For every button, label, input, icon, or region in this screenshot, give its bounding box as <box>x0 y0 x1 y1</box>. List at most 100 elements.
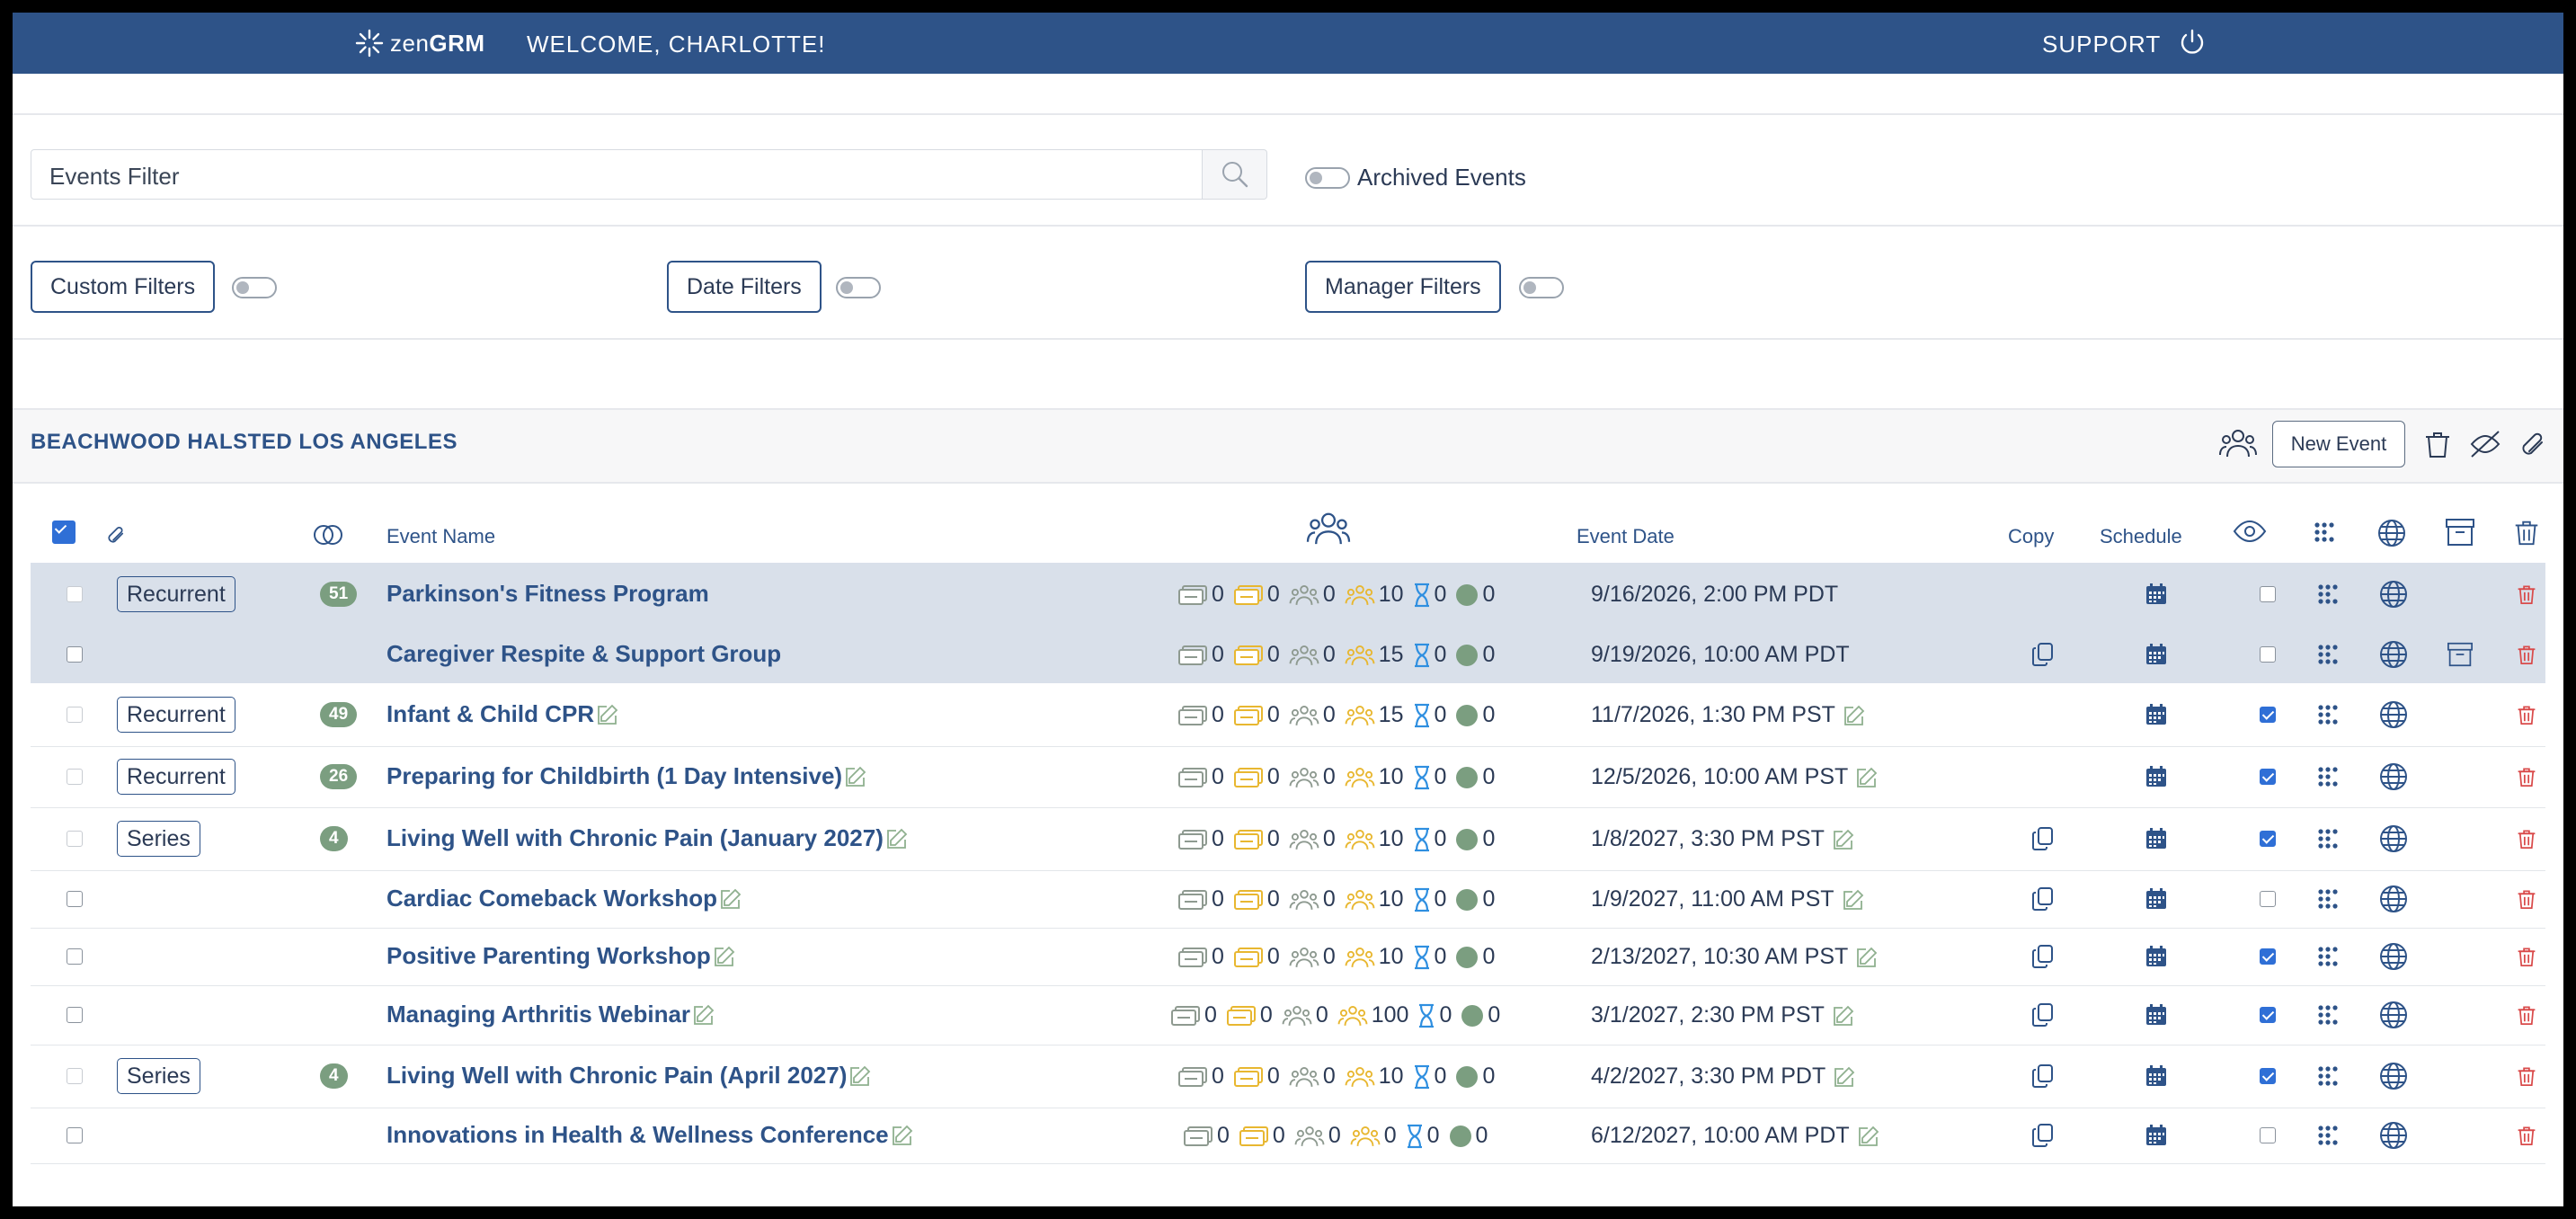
copy-icon[interactable] <box>2031 886 2055 916</box>
globe-icon[interactable] <box>2378 761 2409 796</box>
schedule-calendar-icon[interactable] <box>2145 765 2168 793</box>
globe-icon[interactable] <box>2378 699 2409 734</box>
delete-icon[interactable] <box>2515 702 2538 732</box>
globe-icon[interactable] <box>2378 884 2409 919</box>
edit-icon[interactable] <box>596 703 619 726</box>
row-select-checkbox[interactable] <box>67 586 83 602</box>
copy-icon[interactable] <box>2031 944 2055 974</box>
edit-date-icon[interactable] <box>1855 946 1879 969</box>
row-select-checkbox[interactable] <box>67 769 83 785</box>
edit-date-icon[interactable] <box>1857 1125 1880 1148</box>
globe-icon[interactable] <box>2378 1120 2409 1155</box>
edit-icon[interactable] <box>692 1003 715 1027</box>
schedule-calendar-icon[interactable] <box>2145 583 2168 610</box>
grid-icon[interactable] <box>2317 888 2339 914</box>
event-name-link[interactable]: Parkinson's Fitness Program <box>386 580 709 608</box>
manager-filters-button[interactable]: Manager Filters <box>1305 261 1501 313</box>
event-name-link[interactable]: Cardiac Comeback Workshop <box>386 885 742 912</box>
custom-filters-button[interactable]: Custom Filters <box>31 261 216 313</box>
copy-icon[interactable] <box>2031 642 2055 672</box>
globe-icon[interactable] <box>2378 823 2409 859</box>
recurrent-tag[interactable]: Recurrent <box>117 576 235 612</box>
search-button[interactable] <box>1203 149 1267 200</box>
globe-icon[interactable] <box>2378 639 2409 674</box>
delete-icon[interactable] <box>2515 582 2538 611</box>
delete-icon[interactable] <box>2515 886 2538 916</box>
event-name-link[interactable]: Caregiver Respite & Support Group <box>386 640 781 668</box>
copy-icon[interactable] <box>2031 826 2055 856</box>
grid-icon[interactable] <box>2317 766 2339 792</box>
event-name-link[interactable]: Innovations in Health & Wellness Confere… <box>386 1121 914 1149</box>
edit-date-icon[interactable] <box>1843 704 1866 727</box>
archived-events-toggle[interactable] <box>1305 167 1350 189</box>
event-name-link[interactable]: Living Well with Chronic Pain (January 2… <box>386 824 909 852</box>
delete-icon[interactable] <box>2515 764 2538 794</box>
series-tag[interactable]: Series <box>117 1058 200 1094</box>
row-select-checkbox[interactable] <box>67 707 83 723</box>
visibility-checkbox[interactable] <box>2260 891 2276 907</box>
event-name-link[interactable]: Managing Arthritis Webinar <box>386 1001 715 1028</box>
visibility-checkbox[interactable] <box>2260 831 2276 847</box>
delete-icon[interactable] <box>2515 642 2538 672</box>
delete-icon[interactable] <box>2515 1063 2538 1093</box>
schedule-calendar-icon[interactable] <box>2145 1064 2168 1092</box>
edit-date-icon[interactable] <box>1832 828 1855 851</box>
visibility-checkbox[interactable] <box>2260 1127 2276 1143</box>
edit-icon[interactable] <box>848 1064 872 1088</box>
edit-date-icon[interactable] <box>1855 766 1879 789</box>
row-select-checkbox[interactable] <box>67 891 83 907</box>
delete-icon[interactable] <box>2515 1123 2538 1152</box>
event-name-link[interactable]: Preparing for Childbirth (1 Day Intensiv… <box>386 762 867 790</box>
grid-icon[interactable] <box>2317 1125 2339 1151</box>
grid-icon[interactable] <box>2317 828 2339 854</box>
grid-icon[interactable] <box>2317 1004 2339 1030</box>
globe-icon[interactable] <box>2378 1000 2409 1035</box>
paperclip-icon[interactable] <box>2517 428 2549 460</box>
select-all-checkbox[interactable] <box>52 521 76 544</box>
visibility-checkbox[interactable] <box>2260 948 2276 965</box>
events-filter-input[interactable]: Events Filter <box>31 149 1203 200</box>
event-name-link[interactable]: Positive Parenting Workshop <box>386 942 736 970</box>
edit-icon[interactable] <box>891 1124 914 1147</box>
edit-icon[interactable] <box>885 827 909 850</box>
copy-icon[interactable] <box>2031 1002 2055 1032</box>
event-name-link[interactable]: Infant & Child CPR <box>386 700 619 728</box>
visibility-checkbox[interactable] <box>2260 646 2276 663</box>
date-filters-toggle[interactable] <box>836 277 881 298</box>
edit-date-icon[interactable] <box>1842 888 1865 912</box>
schedule-calendar-icon[interactable] <box>2145 703 2168 731</box>
support-link[interactable]: SUPPORT <box>2042 31 2161 58</box>
grid-icon[interactable] <box>2317 583 2339 610</box>
col-event-date[interactable]: Event Date <box>1577 525 1674 548</box>
schedule-calendar-icon[interactable] <box>2145 1124 2168 1152</box>
edit-icon[interactable] <box>844 765 867 788</box>
delete-icon[interactable] <box>2515 826 2538 856</box>
zengrm-logo[interactable]: zenGRM <box>354 27 485 59</box>
trash-icon[interactable] <box>2421 428 2454 460</box>
grid-icon[interactable] <box>2317 946 2339 972</box>
edit-date-icon[interactable] <box>1832 1004 1855 1028</box>
copy-icon[interactable] <box>2031 1123 2055 1152</box>
edit-icon[interactable] <box>713 945 736 968</box>
schedule-calendar-icon[interactable] <box>2145 945 2168 973</box>
grid-icon[interactable] <box>2317 1065 2339 1091</box>
row-select-checkbox[interactable] <box>67 1007 83 1023</box>
edit-date-icon[interactable] <box>1833 1065 1856 1089</box>
grid-icon[interactable] <box>2317 704 2339 730</box>
edit-icon[interactable] <box>719 887 742 911</box>
row-select-checkbox[interactable] <box>67 1068 83 1084</box>
globe-icon[interactable] <box>2378 579 2409 614</box>
date-filters-button[interactable]: Date Filters <box>667 261 822 313</box>
custom-filters-toggle[interactable] <box>232 277 277 298</box>
schedule-calendar-icon[interactable] <box>2145 827 2168 855</box>
archive-icon[interactable] <box>2447 642 2474 672</box>
visibility-checkbox[interactable] <box>2260 707 2276 723</box>
schedule-calendar-icon[interactable] <box>2145 887 2168 915</box>
globe-icon[interactable] <box>2378 1061 2409 1096</box>
power-icon[interactable] <box>2177 27 2207 58</box>
delete-icon[interactable] <box>2515 944 2538 974</box>
series-tag[interactable]: Series <box>117 821 200 857</box>
schedule-calendar-icon[interactable] <box>2145 643 2168 671</box>
new-event-button[interactable]: New Event <box>2272 421 2405 467</box>
visibility-checkbox[interactable] <box>2260 586 2276 602</box>
